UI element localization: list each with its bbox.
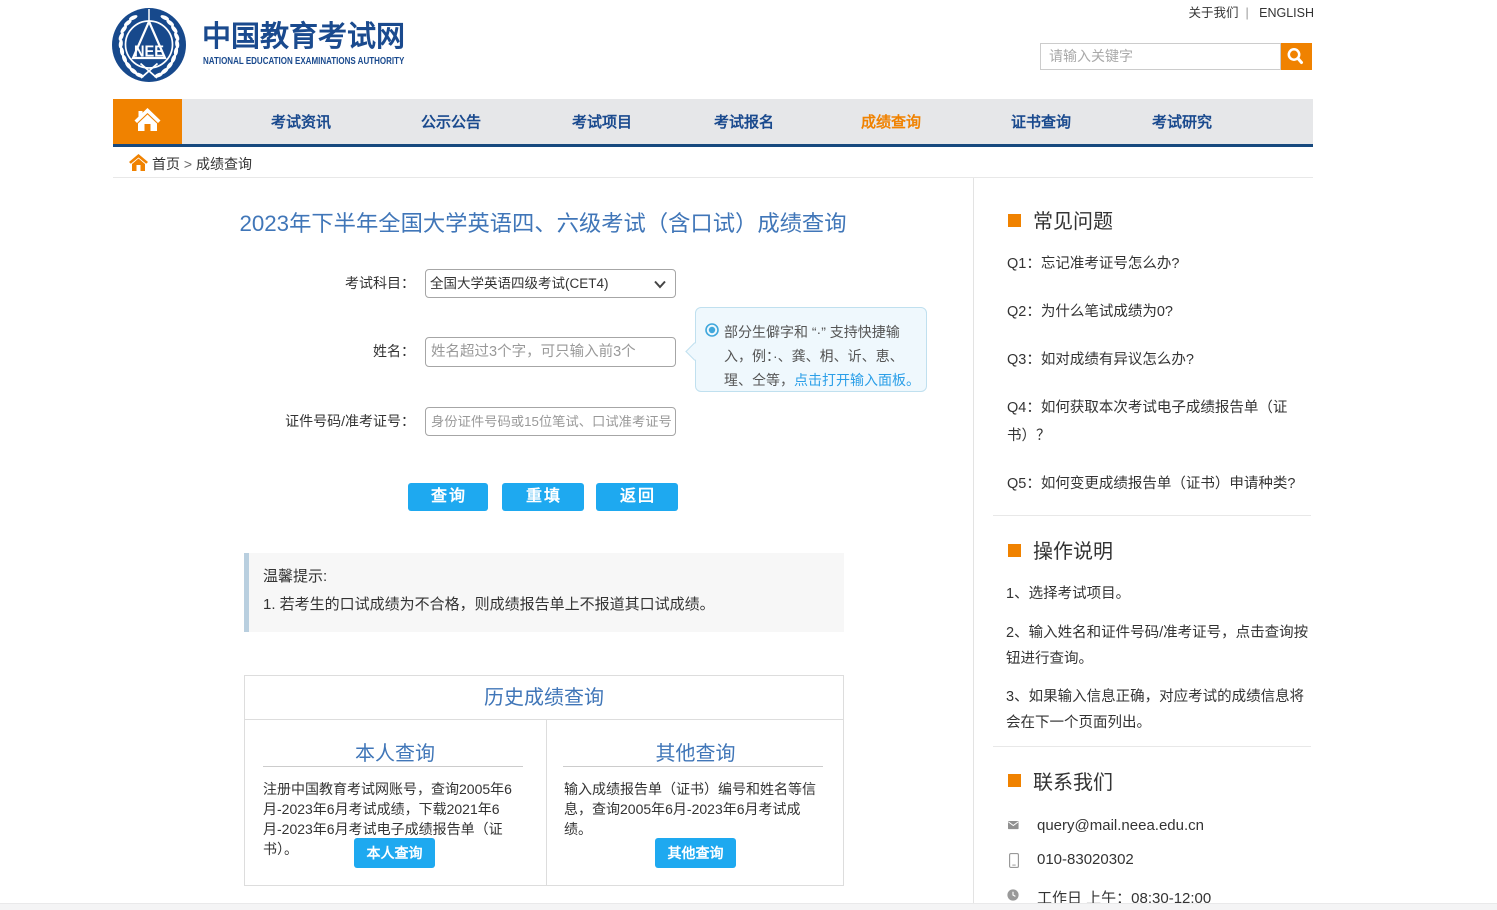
svg-text:NEE: NEE	[134, 44, 164, 61]
